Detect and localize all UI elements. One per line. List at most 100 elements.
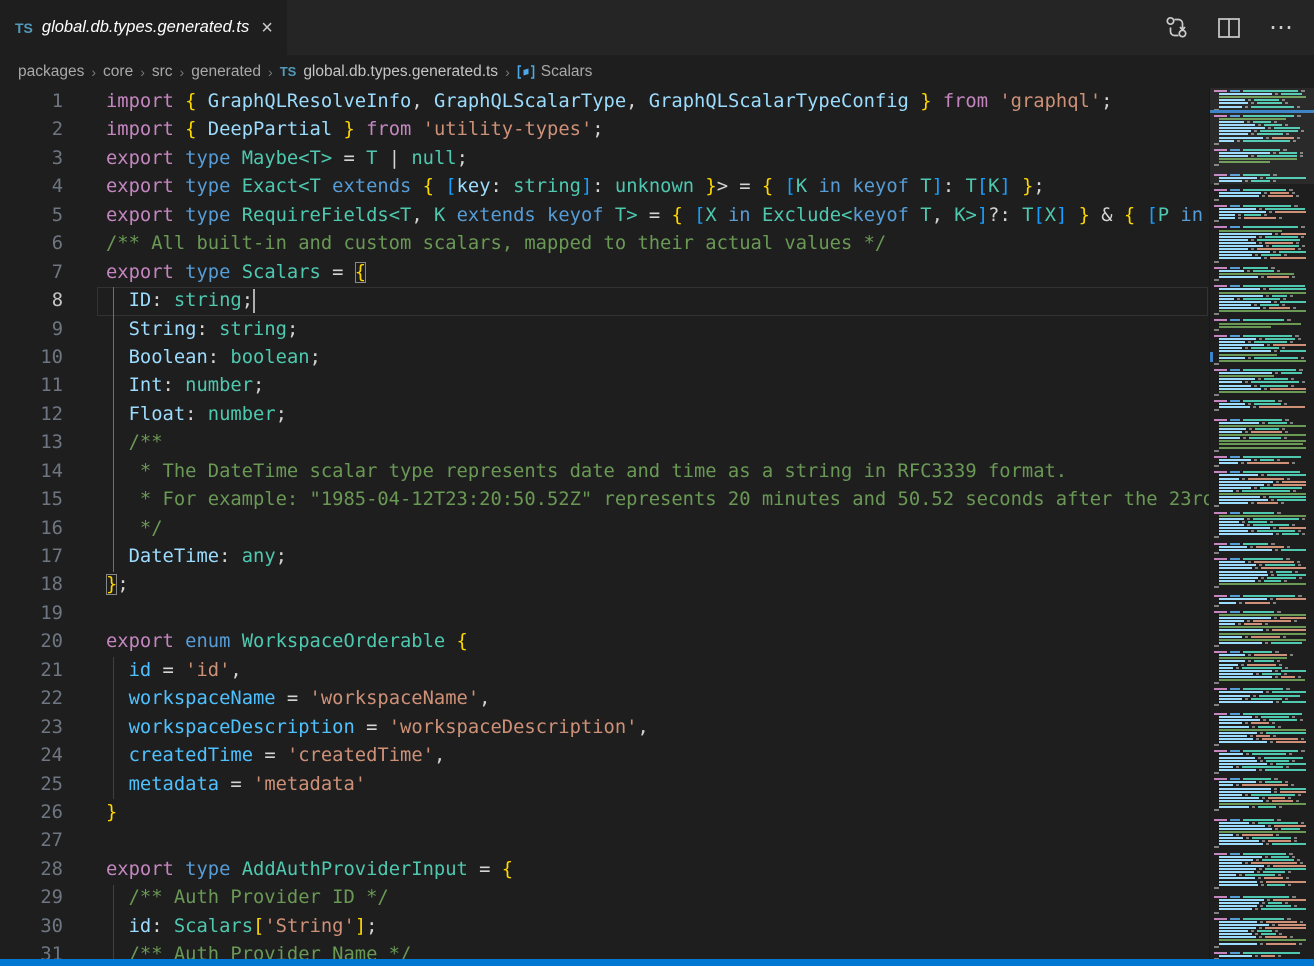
code-token: string: [219, 319, 287, 340]
code-line-content[interactable]: [63, 600, 106, 628]
code-line-content[interactable]: id = 'id',: [63, 657, 242, 685]
minimap-token: [1245, 698, 1248, 700]
minimap-token: [1219, 884, 1258, 886]
breadcrumb-symbol-scalars[interactable]: Scalars: [541, 63, 593, 81]
minimap-token: [1255, 955, 1258, 957]
code-line-content[interactable]: workspaceDescription = 'workspaceDescrip…: [63, 714, 649, 742]
minimap-line: [1210, 859, 1314, 861]
line-number: 1: [0, 88, 63, 116]
code-line-content[interactable]: export enum WorkspaceOrderable {: [63, 628, 468, 656]
minimap-token: [1267, 484, 1270, 486]
line-number: 11: [0, 372, 63, 400]
line-number: 16: [0, 515, 63, 543]
minimap-token: [1230, 750, 1240, 752]
editor-pane[interactable]: 1import { GraphQLResolveInfo, GraphQLSca…: [0, 88, 1314, 959]
code-token: boolean: [230, 347, 309, 368]
minimap-line: [1210, 853, 1314, 855]
code-line-content[interactable]: export type Exact<T extends { [key: stri…: [63, 173, 1045, 201]
breadcrumb-generated[interactable]: generated: [191, 63, 261, 81]
close-icon[interactable]: ×: [261, 18, 273, 38]
minimap-token: [1280, 788, 1306, 790]
code-line-content[interactable]: */: [63, 515, 163, 543]
breadcrumb-filename[interactable]: global.db.types.generated.ts: [303, 63, 498, 81]
minimap-token: [1230, 205, 1240, 207]
minimap-line: [1210, 484, 1314, 486]
code-token: {: [671, 205, 682, 226]
minimap-line: [1210, 478, 1314, 480]
code-line-content[interactable]: * The DateTime scalar type represents da…: [63, 458, 1067, 486]
code-line-content[interactable]: import { GraphQLResolveInfo, GraphQLScal…: [63, 88, 1112, 116]
minimap-token: [1239, 874, 1242, 876]
code-token: export: [106, 176, 174, 197]
split-editor-icon[interactable]: [1217, 17, 1241, 39]
code-line-content[interactable]: /** Auth Provider ID */: [63, 884, 389, 912]
code-line-content[interactable]: export type Maybe<T> = T | null;: [63, 145, 468, 173]
minimap-token: [1275, 670, 1278, 672]
minimap-token: [1291, 784, 1294, 786]
code-line-content[interactable]: };: [63, 571, 129, 599]
code-line-content[interactable]: id: Scalars['String'];: [63, 913, 377, 941]
minimap-line: [1210, 586, 1314, 588]
minimap-token: [1262, 673, 1282, 675]
breadcrumb-src[interactable]: src: [152, 63, 173, 81]
minimap-token: [1272, 800, 1293, 802]
minimap-token: [1255, 254, 1258, 256]
minimap-token: [1219, 372, 1272, 374]
code-token: [106, 774, 129, 795]
minimap-viewport[interactable]: [1210, 88, 1314, 184]
minimap-line: [1210, 639, 1314, 641]
code-token: Boolean: [129, 347, 208, 368]
code-line-content[interactable]: [63, 827, 106, 855]
breadcrumb-packages[interactable]: packages: [18, 63, 84, 81]
code-token: T>: [615, 205, 638, 226]
minimap-token: [1265, 927, 1306, 929]
code-line-content[interactable]: export type Scalars = {: [63, 259, 366, 287]
minimap-token: [1289, 853, 1293, 855]
minimap-line: [1210, 354, 1314, 356]
code-line-content[interactable]: Float: number;: [63, 401, 287, 429]
code-line-content[interactable]: Int: number;: [63, 372, 264, 400]
tab-global-db-types-generated[interactable]: TS global.db.types.generated.ts ×: [0, 0, 287, 55]
minimap-token: [1266, 629, 1269, 631]
breadcrumb-core[interactable]: core: [103, 63, 133, 81]
minimap-token: [1219, 676, 1272, 678]
code-line-content[interactable]: * For example: "1985-04-12T23:20:50.52Z"…: [63, 486, 1210, 514]
code-token: any: [242, 546, 276, 567]
code-area[interactable]: 1import { GraphQLResolveInfo, GraphQLSca…: [0, 88, 1210, 959]
code-line-content[interactable]: }: [63, 799, 117, 827]
minimap-token: [1243, 267, 1268, 269]
code-line-content[interactable]: String: string;: [63, 316, 298, 344]
minimap-token: [1214, 313, 1219, 315]
minimap-token: [1292, 276, 1295, 278]
minimap[interactable]: [1209, 88, 1314, 959]
code-line-content[interactable]: ID: string;: [63, 287, 253, 315]
minimap-token: [1298, 338, 1301, 340]
minimap-line: [1210, 363, 1314, 365]
chevron-right-icon: ›: [91, 64, 96, 80]
code-line-content[interactable]: /** All built-in and custom scalars, map…: [63, 230, 886, 258]
minimap-token: [1230, 471, 1240, 473]
code-token: [106, 290, 129, 311]
minimap-token: [1265, 642, 1268, 644]
code-token: [106, 404, 129, 425]
code-line-content[interactable]: createdTime = 'createdTime',: [63, 742, 445, 770]
code-line-content[interactable]: /** Auth Provider Name */: [63, 941, 411, 959]
code-line-content[interactable]: workspaceName = 'workspaceName',: [63, 685, 490, 713]
code-line-content[interactable]: export type AddAuthProviderInput = {: [63, 856, 513, 884]
minimap-token: [1278, 955, 1281, 957]
minimap-token: [1230, 419, 1240, 421]
minimap-line: [1210, 769, 1314, 771]
code-token: ,: [932, 205, 955, 226]
code-line-content[interactable]: DateTime: any;: [63, 543, 287, 571]
code-line-content[interactable]: export type RequireFields<T, K extends k…: [63, 202, 1210, 230]
code-line-content[interactable]: metadata = 'metadata': [63, 771, 366, 799]
code-line-content[interactable]: /**: [63, 429, 163, 457]
code-line-content[interactable]: Boolean: boolean;: [63, 344, 321, 372]
minimap-token: [1252, 726, 1255, 728]
more-actions-icon[interactable]: ⋯: [1269, 13, 1294, 42]
minimap-token: [1219, 211, 1266, 213]
code-token: ,: [230, 660, 241, 681]
status-bar[interactable]: [0, 959, 1314, 966]
code-line-content[interactable]: import { DeepPartial } from 'utility-typ…: [63, 116, 604, 144]
compare-changes-icon[interactable]: [1164, 15, 1189, 40]
